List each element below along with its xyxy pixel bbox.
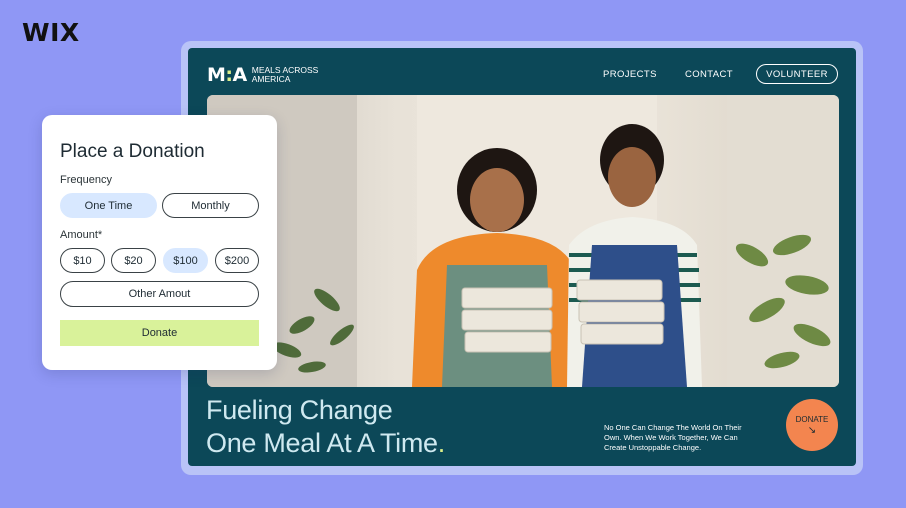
donation-card-title: Place a Donation — [60, 141, 205, 162]
hero-donate-label: DONATE — [795, 414, 829, 424]
nav-contact-link[interactable]: CONTACT — [685, 69, 733, 80]
wix-logo: WIX — [22, 18, 80, 47]
donation-card: Place a Donation Frequency One Time Mont… — [42, 115, 277, 370]
site-logo-name: MEALS ACROSS AMERICA — [251, 65, 319, 84]
hero-title-line2: One Meal At A Time. — [206, 428, 445, 458]
amount-label: Amount* — [60, 229, 103, 241]
frequency-one-time-option[interactable]: One Time — [60, 193, 157, 218]
website-preview: M:A MEALS ACROSS AMERICA PROJECTS CONTAC… — [188, 48, 856, 466]
hero-photo-illustration — [207, 95, 839, 387]
hero-title: Fueling Change One Meal At A Time. — [206, 394, 445, 460]
hero-donate-button[interactable]: DONATE ↘ — [786, 399, 838, 451]
hero-title-line1: Fueling Change — [206, 395, 393, 425]
donate-button[interactable]: Donate — [60, 320, 259, 346]
volunteer-button[interactable]: VOLUNTEER — [756, 64, 838, 84]
amount-20-option[interactable]: $20 — [111, 248, 156, 273]
site-logo-mark: M:A — [207, 64, 247, 86]
arrow-down-right-icon: ↘ — [807, 424, 817, 436]
other-amount-option[interactable]: Other Amout — [60, 281, 259, 307]
frequency-monthly-option[interactable]: Monthly — [162, 193, 259, 218]
site-logo[interactable]: M:A MEALS ACROSS AMERICA — [207, 64, 332, 86]
amount-100-option[interactable]: $100 — [163, 248, 208, 273]
amount-200-option[interactable]: $200 — [215, 248, 259, 273]
hero-subtitle: No One Can Change The World On Their Own… — [604, 423, 742, 452]
hero-photo — [207, 95, 839, 387]
amount-10-option[interactable]: $10 — [60, 248, 105, 273]
nav-projects-link[interactable]: PROJECTS — [603, 69, 657, 80]
frequency-label: Frequency — [60, 174, 112, 186]
